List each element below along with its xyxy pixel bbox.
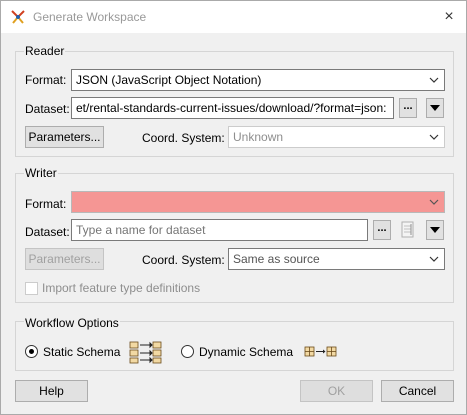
writer-dataset-browse-button[interactable]: ... <box>373 220 391 240</box>
title-bar: Generate Workspace × <box>1 1 466 33</box>
browse-ellipsis-icon: ... <box>403 100 413 112</box>
fme-app-icon <box>11 10 25 24</box>
reader-group-title: Reader <box>24 44 66 58</box>
chevron-down-icon <box>429 77 439 83</box>
writer-dataset-settings-icon[interactable] <box>399 220 417 240</box>
reader-coord-value: Unknown <box>233 130 284 144</box>
ok-label: OK <box>327 384 346 398</box>
reader-format-select[interactable]: JSON (JavaScript Object Notation) <box>71 69 445 91</box>
dynamic-schema-radio[interactable] <box>181 345 194 358</box>
writer-dataset-field[interactable] <box>71 219 368 241</box>
writer-group-title: Writer <box>24 166 58 180</box>
writer-dataset-label: Dataset: <box>25 225 70 239</box>
dynamic-schema-icon <box>304 346 337 357</box>
ok-button[interactable]: OK <box>300 380 373 402</box>
reader-coord-select[interactable]: Unknown <box>228 126 445 148</box>
reader-format-value: JSON (JavaScript Object Notation) <box>76 73 262 87</box>
static-schema-label: Static Schema <box>43 345 121 359</box>
writer-parameters-button[interactable]: Parameters... <box>25 248 104 270</box>
triangle-down-icon <box>430 227 440 233</box>
writer-coord-label: Coord. System: <box>142 253 225 267</box>
reader-parameters-label: Parameters... <box>28 130 101 144</box>
static-schema-radio[interactable] <box>25 345 38 358</box>
writer-coord-select[interactable]: Same as source <box>228 248 445 270</box>
reader-dataset-value: et/rental-standards-current-issues/downl… <box>76 101 387 115</box>
writer-format-select[interactable] <box>71 191 445 213</box>
reader-dataset-menu-button[interactable] <box>426 98 444 118</box>
static-schema-icon <box>129 341 162 364</box>
writer-format-label: Format: <box>25 197 67 211</box>
help-label: Help <box>39 384 64 398</box>
reader-dataset-label: Dataset: <box>25 102 70 116</box>
generate-workspace-dialog: Generate Workspace × Reader Format: JSON… <box>0 0 467 415</box>
import-feature-types-checkbox[interactable] <box>25 282 38 295</box>
writer-coord-value: Same as source <box>233 252 320 266</box>
window-title: Generate Workspace <box>33 10 147 24</box>
dataset-settings-icon <box>401 221 414 238</box>
close-button[interactable]: × <box>439 7 459 27</box>
chevron-down-icon <box>429 199 439 205</box>
help-button[interactable]: Help <box>15 380 88 402</box>
writer-parameters-label: Parameters... <box>28 252 101 266</box>
browse-ellipsis-icon: ... <box>377 222 387 234</box>
import-feature-types-label: Import feature type definitions <box>42 281 201 295</box>
dynamic-schema-label: Dynamic Schema <box>199 345 294 359</box>
writer-dataset-menu-button[interactable] <box>426 220 444 240</box>
reader-coord-label: Coord. System: <box>142 131 225 145</box>
chevron-down-icon <box>429 134 439 140</box>
workflow-options-title: Workflow Options <box>24 316 120 330</box>
close-icon: × <box>444 8 454 25</box>
triangle-down-icon <box>430 105 440 111</box>
cancel-label: Cancel <box>398 384 437 398</box>
reader-dataset-browse-button[interactable]: ... <box>399 98 417 118</box>
reader-parameters-button[interactable]: Parameters... <box>25 126 104 148</box>
reader-format-label: Format: <box>25 73 67 87</box>
chevron-down-icon <box>429 256 439 262</box>
reader-dataset-field[interactable]: et/rental-standards-current-issues/downl… <box>71 97 394 119</box>
cancel-button[interactable]: Cancel <box>381 380 454 402</box>
